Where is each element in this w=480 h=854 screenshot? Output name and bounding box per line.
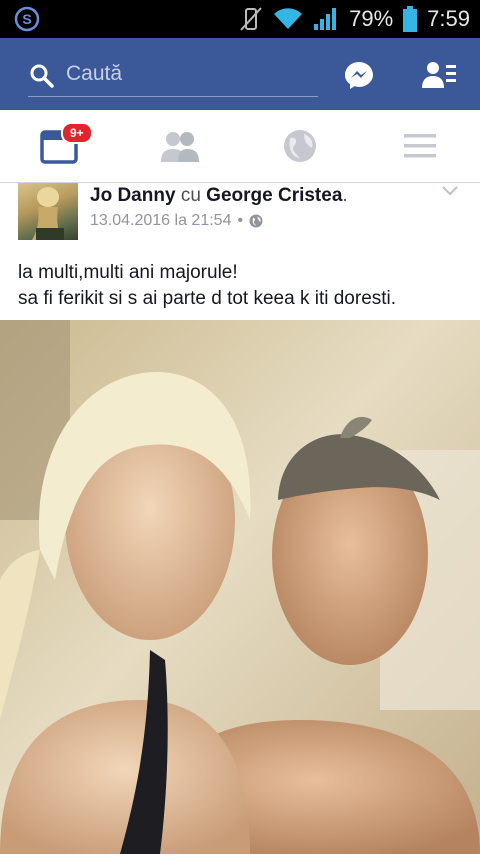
tab-menu[interactable] xyxy=(398,124,442,168)
notifications-badge: 9+ xyxy=(61,122,93,144)
search-box[interactable] xyxy=(28,58,318,97)
search-input[interactable] xyxy=(66,60,306,88)
tab-bar: 9+ xyxy=(0,110,480,183)
post-text: la multi,multi ani majorule! sa fi ferik… xyxy=(18,260,468,312)
battery-icon xyxy=(403,6,418,32)
tab-globe[interactable] xyxy=(278,124,322,168)
with-word: cu xyxy=(180,185,201,206)
avatar[interactable] xyxy=(18,183,78,240)
author-name[interactable]: Jo Danny xyxy=(90,185,176,206)
public-globe-icon xyxy=(249,214,263,228)
post-header: Jo Danny cu George Cristea. xyxy=(90,185,348,207)
avatar-image xyxy=(32,187,64,240)
top-bar xyxy=(0,38,480,110)
messenger-icon[interactable] xyxy=(344,60,374,90)
skype-icon: S xyxy=(14,6,40,32)
tagged-name[interactable]: George Cristea xyxy=(206,185,342,206)
friend-requests-icon[interactable] xyxy=(422,60,456,90)
meta-separator: • xyxy=(237,212,244,229)
battery-percent: 79% xyxy=(349,6,394,31)
status-bar: S 79% 7:59 xyxy=(0,0,480,38)
search-icon xyxy=(30,64,54,88)
photo-image xyxy=(0,320,480,854)
chevron-down-icon[interactable] xyxy=(441,185,459,197)
svg-text:S: S xyxy=(22,11,31,27)
signal-icon xyxy=(314,8,337,30)
vibrate-mute-icon xyxy=(240,7,262,31)
post-meta: 13.04.2016 la 21:54 • xyxy=(90,212,263,230)
tab-friends[interactable] xyxy=(158,124,202,168)
period: . xyxy=(342,185,348,206)
post-timestamp[interactable]: 13.04.2016 la 21:54 xyxy=(90,212,231,230)
post-text-line: la multi,multi ani majorule! xyxy=(18,262,238,283)
clock: 7:59 xyxy=(427,6,470,31)
post-text-line: sa fi ferikit si s ai parte d tot keea k… xyxy=(18,288,397,309)
post-photo[interactable] xyxy=(0,320,480,854)
wifi-icon xyxy=(274,8,303,30)
